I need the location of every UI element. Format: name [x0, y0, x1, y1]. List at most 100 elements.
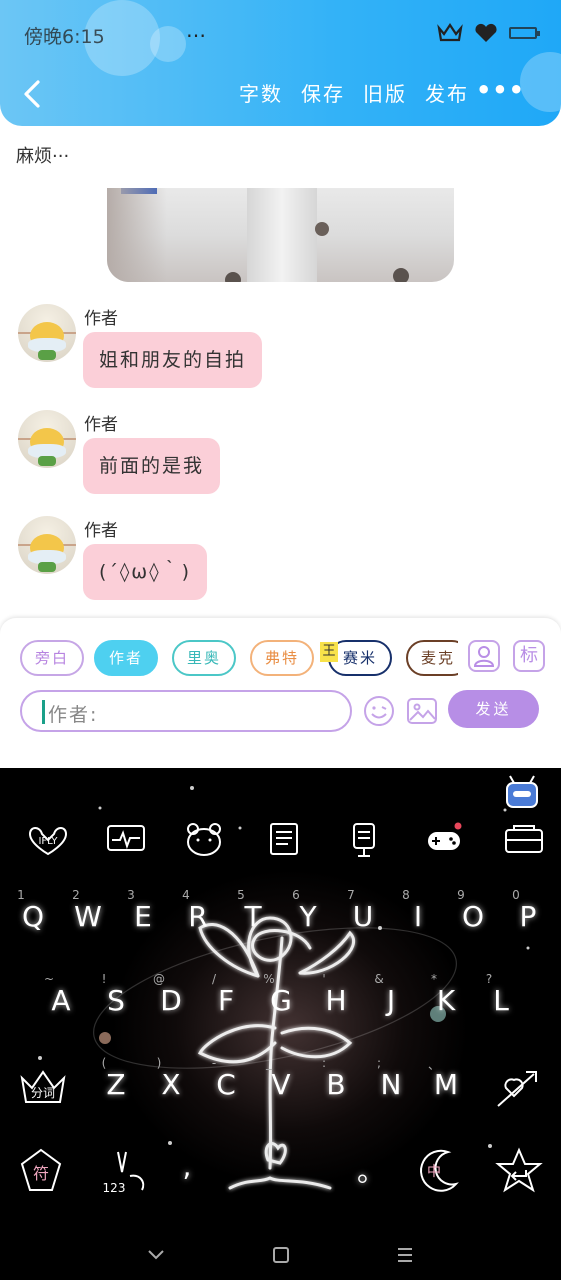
character-chip[interactable]: 麦克 — [406, 640, 458, 676]
avatar-detail — [38, 350, 56, 360]
image-button[interactable] — [405, 694, 439, 728]
comma-key[interactable]: , — [162, 1138, 212, 1198]
key-h[interactable]: ' H — [311, 972, 361, 1032]
key-g[interactable]: % G — [256, 972, 306, 1032]
key-y[interactable]: 6Y — [283, 888, 333, 948]
key-o[interactable]: 9O — [448, 888, 498, 948]
back-button[interactable] — [14, 74, 50, 114]
photo-detail — [225, 272, 241, 282]
key-v[interactable]: _ V — [256, 1056, 306, 1116]
backspace-key[interactable] — [490, 1064, 544, 1116]
avatar-detail — [38, 456, 56, 466]
photo-detail — [393, 268, 409, 282]
key-label: L — [493, 984, 509, 1017]
nav-home-button[interactable] — [266, 1240, 296, 1270]
key-d[interactable]: @ D — [146, 972, 196, 1032]
key-t[interactable]: 5T — [228, 888, 278, 948]
crown-icon — [437, 23, 463, 42]
emoji-button[interactable] — [362, 694, 396, 728]
space-key[interactable] — [220, 1138, 340, 1198]
key-label: N — [380, 1068, 402, 1101]
chat-photo[interactable] — [107, 188, 454, 282]
keyboard-monitor-icon[interactable] — [104, 820, 148, 860]
key-w[interactable]: 2W — [63, 888, 113, 948]
key-z[interactable]: (Z — [91, 1056, 141, 1116]
key-label: D — [160, 984, 182, 1017]
chat-message: 作者 (´◊ω◊｀) — [18, 516, 518, 606]
photo-detail — [107, 188, 167, 282]
character-manage-button[interactable] — [468, 640, 500, 672]
enter-key[interactable] — [492, 1146, 546, 1198]
avatar[interactable] — [18, 410, 76, 468]
status-icons — [437, 22, 540, 44]
game-controller-icon[interactable] — [422, 820, 466, 860]
battery-icon — [509, 27, 540, 39]
tag-button[interactable]: 标 — [513, 640, 545, 672]
message-bubble[interactable]: 姐和朋友的自拍 — [83, 332, 263, 388]
more-options-button[interactable]: ••• — [476, 76, 525, 104]
key-label: O — [461, 900, 485, 933]
character-chip-author[interactable]: 作者 — [94, 640, 158, 676]
assistant-robot-icon[interactable] — [504, 774, 540, 810]
language-switch-key[interactable]: 中 — [412, 1146, 466, 1198]
key-k[interactable]: * K — [421, 972, 471, 1032]
status-time: 傍晚6:15 — [24, 26, 105, 48]
clipboard-icon[interactable] — [262, 820, 306, 860]
key-q[interactable]: 1Q — [8, 888, 58, 948]
message-input[interactable]: 作者: — [20, 690, 352, 732]
key-n[interactable]: ; N — [366, 1056, 416, 1116]
character-chip[interactable]: 弗特 — [250, 640, 314, 676]
key-label: J — [386, 984, 396, 1017]
key-e[interactable]: 3E — [118, 888, 168, 948]
key-u[interactable]: 7U — [338, 888, 388, 948]
key-a[interactable]: ~ A — [36, 972, 86, 1032]
avatar[interactable] — [18, 304, 76, 362]
keyboard-settings-icon[interactable] — [502, 820, 546, 860]
key-b[interactable]: :B — [311, 1056, 361, 1116]
nav-menu-button[interactable] — [390, 1240, 420, 1270]
key-label: A — [51, 984, 71, 1017]
voice-input-icon[interactable] — [342, 820, 386, 860]
key-l[interactable]: ? L — [476, 972, 526, 1032]
photo-detail — [315, 222, 329, 236]
language-key-label: 中 — [427, 1164, 441, 1180]
key-r[interactable]: 4R — [173, 888, 223, 948]
nav-back-button[interactable] — [141, 1240, 171, 1270]
header-actions: 字数 保存 旧版 发布 — [239, 78, 469, 107]
key-m[interactable]: 、 M — [421, 1056, 471, 1116]
key-j[interactable]: & J — [366, 972, 416, 1032]
key-x[interactable]: ) X — [146, 1056, 196, 1116]
key-label: U — [352, 900, 374, 933]
key-s[interactable]: ! S — [91, 972, 141, 1032]
system-nav-bar — [0, 1228, 561, 1280]
key-label: Y — [299, 900, 317, 933]
message-bubble[interactable]: (´◊ω◊｀) — [83, 544, 208, 600]
number-key[interactable]: 123 — [96, 1146, 150, 1198]
chat-area: 麻烦··· 作者 姐和朋友的自拍 作者 前面的是我 作者 (´◊ω◊｀) — [0, 126, 561, 618]
period-key[interactable]: 。 — [346, 1138, 396, 1198]
bear-sticker-icon[interactable] — [182, 820, 226, 860]
symbols-key[interactable]: 符 — [14, 1146, 68, 1198]
key-label: G — [270, 984, 292, 1017]
message-bubble[interactable]: 前面的是我 — [83, 438, 221, 494]
ifly-logo-icon[interactable]: IFLY — [26, 820, 70, 860]
save-button[interactable]: 保存 — [301, 78, 345, 107]
send-button[interactable]: 发送 — [448, 690, 539, 728]
app-header: 傍晚6:15 … 字数 保存 旧版 发布 ••• — [0, 0, 561, 126]
publish-button[interactable]: 发布 — [425, 78, 469, 107]
symbols-key-label: 符 — [33, 1164, 49, 1183]
key-c[interactable]: -C — [201, 1056, 251, 1116]
planet-decoration — [99, 1032, 111, 1044]
avatar[interactable] — [18, 516, 76, 574]
key-p[interactable]: 0P — [503, 888, 553, 948]
status-bar: 傍晚6:15 … — [0, 18, 561, 52]
segment-key[interactable]: 分词 — [16, 1064, 70, 1116]
key-label: Z — [106, 1068, 126, 1101]
character-chip[interactable]: 里奥 — [172, 640, 236, 676]
old-version-button[interactable]: 旧版 — [363, 78, 407, 107]
key-f[interactable]: / F — [201, 972, 251, 1032]
key-label: Q — [21, 900, 45, 933]
word-count-button[interactable]: 字数 — [239, 78, 283, 107]
character-chip-narrator[interactable]: 旁白 — [20, 640, 84, 676]
key-i[interactable]: 8I — [393, 888, 443, 948]
